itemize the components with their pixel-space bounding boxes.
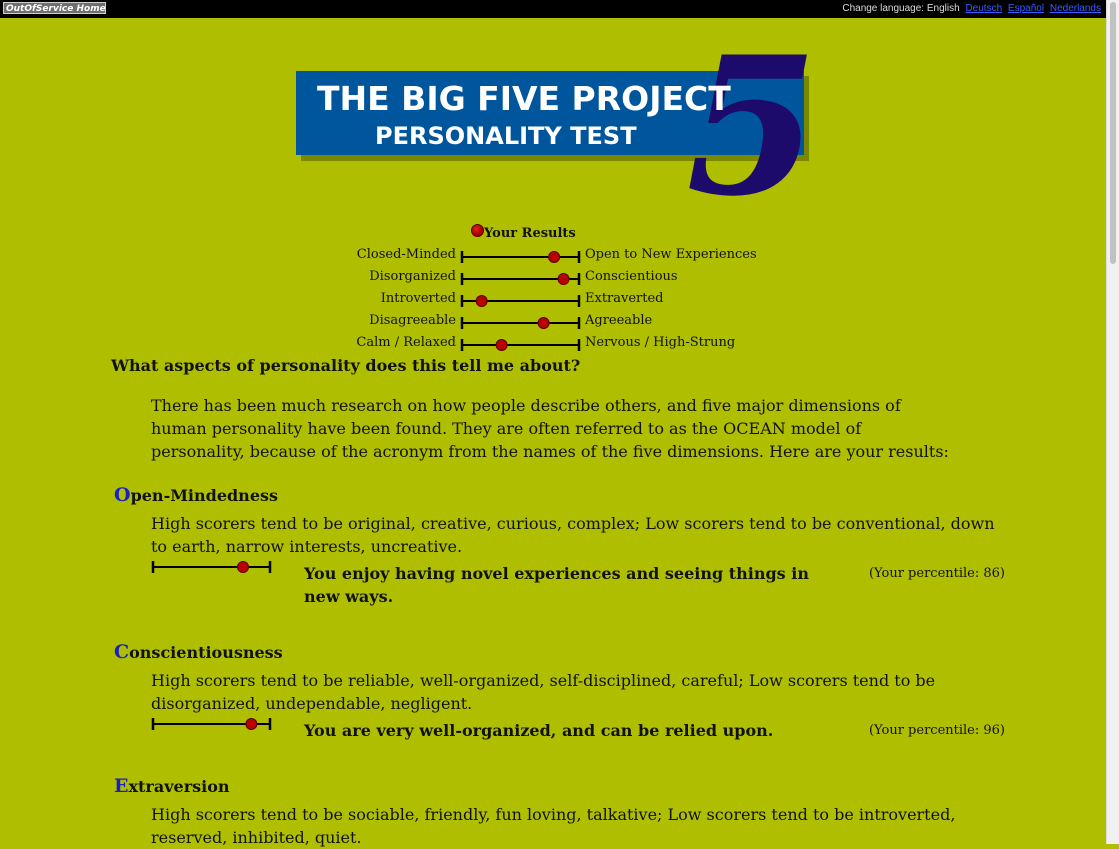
slider-marker (245, 718, 258, 730)
dimension-initial: C (114, 641, 130, 663)
change-language-label: Change language: English (842, 3, 960, 14)
dimension-title-extraversion: Extraversion (114, 775, 230, 797)
language-link-espanol[interactable]: Español (1008, 3, 1044, 14)
dimension-description: High scorers tend to be original, creati… (151, 514, 995, 556)
language-selector: Change language: English Deutsch Español… (842, 3, 1101, 14)
summary-right-label: Extraverted (585, 291, 664, 306)
scrollbar-thumb[interactable] (1110, 2, 1116, 264)
summary-left-label: Closed-Minded (356, 247, 456, 262)
summary-right-label: Agreeable (585, 313, 653, 328)
slider-marker (237, 561, 249, 573)
outofservice-home-button[interactable]: OutOfService Home (3, 2, 106, 14)
summary-row-neuroticism: Calm / Relaxed Nervous / High-Strung (0, 335, 1107, 355)
page-scrollbar[interactable] (1106, 0, 1119, 844)
slider-marker (537, 317, 550, 329)
slider-marker (475, 295, 488, 307)
language-link-nederlands[interactable]: Nederlands (1050, 3, 1101, 14)
big-five-banner-logo: 5 THE BIG FIVE PROJECT PERSONALITY TEST (296, 47, 816, 197)
summary-right-label: Open to New Experiences (585, 247, 757, 262)
your-results-heading: Your Results (471, 224, 576, 241)
banner-subtitle: PERSONALITY TEST (375, 122, 637, 150)
summary-right-label: Nervous / High-Strung (585, 335, 736, 350)
summary-left-label: Introverted (380, 291, 456, 306)
dimension-title-conscientiousness: Conscientiousness (114, 641, 283, 663)
language-link-deutsch[interactable]: Deutsch (965, 3, 1002, 14)
summary-left-label: Disorganized (369, 269, 456, 284)
summary-left-label: Disagreeable (369, 313, 456, 328)
dimension-percentile: (Your percentile: 86) (868, 566, 1005, 581)
banner-digit: 5 (686, 47, 816, 197)
dimension-percentile: (Your percentile: 96) (868, 723, 1005, 738)
dimension-name: pen-Mindedness (130, 486, 279, 505)
question-heading: What aspects of personality does this te… (111, 356, 581, 375)
summary-row-agreeableness: Disagreeable Agreeable (0, 313, 1107, 333)
intro-paragraph: There has been much research on how peop… (151, 396, 949, 461)
slider-marker (548, 251, 561, 263)
dimension-slider (151, 561, 272, 573)
dimension-name: xtraversion (128, 777, 230, 796)
summary-row-openness: Closed-Minded Open to New Experiences (0, 247, 1107, 267)
summary-slider (460, 317, 581, 329)
dimension-title-openness: Open-Mindedness (114, 484, 278, 506)
dimension-description: High scorers tend to be reliable, well-o… (151, 671, 936, 713)
dimension-result-text: You are very well-organized, and can be … (304, 721, 774, 740)
red-dot-icon (471, 224, 484, 237)
slider-marker (557, 273, 570, 285)
summary-row-extraversion: Introverted Extraverted (0, 291, 1107, 311)
dimension-description: High scorers tend to be sociable, friend… (151, 805, 956, 847)
slider-marker (495, 339, 508, 351)
top-bar: OutOfService Home Change language: Engli… (0, 0, 1107, 18)
results-title-text: Your Results (484, 226, 576, 241)
summary-slider (460, 273, 581, 285)
summary-left-label: Calm / Relaxed (356, 335, 456, 350)
summary-slider (460, 251, 581, 263)
summary-right-label: Conscientious (585, 269, 678, 284)
banner-title: THE BIG FIVE PROJECT (317, 79, 731, 118)
dimension-result-text: You enjoy having novel experiences and s… (304, 564, 809, 606)
dimension-initial: E (114, 775, 129, 797)
summary-slider (460, 295, 581, 307)
summary-row-conscientiousness: Disorganized Conscientious (0, 269, 1107, 289)
dimension-slider (151, 718, 272, 730)
dimension-name: onscientiousness (129, 643, 283, 662)
dimension-initial: O (114, 484, 131, 506)
summary-slider (460, 339, 581, 351)
